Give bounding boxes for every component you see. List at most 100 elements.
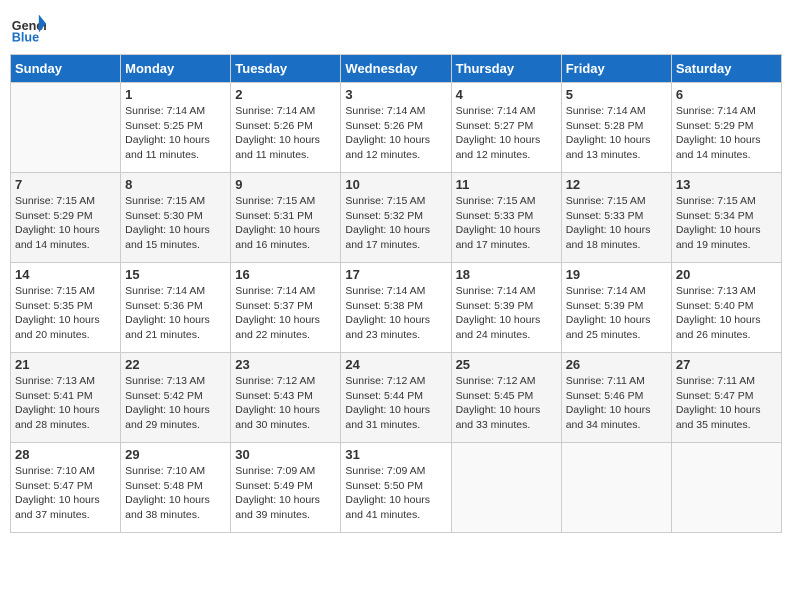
day-number: 19 — [566, 267, 667, 282]
calendar-cell: 2 Sunrise: 7:14 AM Sunset: 5:26 PM Daylig… — [231, 83, 341, 173]
calendar-cell: 15Sunrise: 7:14 AM Sunset: 5:36 PM Dayli… — [121, 263, 231, 353]
day-number: 14 — [15, 267, 116, 282]
day-info: Sunrise: 7:13 AM Sunset: 5:42 PM Dayligh… — [125, 374, 226, 433]
day-info: Sunrise: 7:14 AM Sunset: 5:27 PM Dayligh… — [456, 104, 557, 163]
day-number: 6 — [676, 87, 777, 102]
day-number: 18 — [456, 267, 557, 282]
week-row-5: 28Sunrise: 7:10 AM Sunset: 5:47 PM Dayli… — [11, 443, 782, 533]
calendar-cell: 28Sunrise: 7:10 AM Sunset: 5:47 PM Dayli… — [11, 443, 121, 533]
calendar-table: Sunday Monday Tuesday Wednesday Thursday… — [10, 54, 782, 533]
calendar-cell — [671, 443, 781, 533]
calendar-cell: 30 Sunrise: 7:09 AM Sunset: 5:49 PM Dayli… — [231, 443, 341, 533]
calendar-cell: 4Sunrise: 7:14 AM Sunset: 5:27 PM Daylig… — [451, 83, 561, 173]
day-number: 15 — [125, 267, 226, 282]
day-info: Sunrise: 7:12 AM Sunset: 5:45 PM Dayligh… — [456, 374, 557, 433]
calendar-cell: 3Sunrise: 7:14 AM Sunset: 5:26 PM Daylig… — [341, 83, 451, 173]
day-number: 11 — [456, 177, 557, 192]
calendar-cell: 23 Sunrise: 7:12 AM Sunset: 5:43 PM Dayli… — [231, 353, 341, 443]
day-number: 1 — [125, 87, 226, 102]
day-info: Sunrise: 7:15 AM Sunset: 5:33 PM Dayligh… — [456, 194, 557, 253]
col-friday: Friday — [561, 55, 671, 83]
day-info: Sunrise: 7:11 AM Sunset: 5:47 PM Dayligh… — [676, 374, 777, 433]
day-number: 12 — [566, 177, 667, 192]
day-info: Sunrise: 7:12 AM Sunset: 5:43 PM Dayligh… — [235, 374, 336, 433]
day-number: 29 — [125, 447, 226, 462]
day-number: 27 — [676, 357, 777, 372]
calendar-cell: 18 Sunrise: 7:14 AM Sunset: 5:39 PM Dayli… — [451, 263, 561, 353]
col-thursday: Thursday — [451, 55, 561, 83]
day-number: 30 — [235, 447, 336, 462]
calendar-cell: 25 Sunrise: 7:12 AM Sunset: 5:45 PM Dayli… — [451, 353, 561, 443]
day-info: Sunrise: 7:12 AM Sunset: 5:44 PM Dayligh… — [345, 374, 446, 433]
calendar-cell: 1 Sunrise: 7:14 AM Sunset: 5:25 PM Daylig… — [121, 83, 231, 173]
day-info: Sunrise: 7:15 AM Sunset: 5:33 PM Dayligh… — [566, 194, 667, 253]
day-info: Sunrise: 7:14 AM Sunset: 5:28 PM Dayligh… — [566, 104, 667, 163]
week-row-2: 7 Sunrise: 7:15 AM Sunset: 5:29 PM Daylig… — [11, 173, 782, 263]
calendar-cell: 20Sunrise: 7:13 AM Sunset: 5:40 PM Dayli… — [671, 263, 781, 353]
calendar-cell: 13 Sunrise: 7:15 AM Sunset: 5:34 PM Dayli… — [671, 173, 781, 263]
day-info: Sunrise: 7:14 AM Sunset: 5:29 PM Dayligh… — [676, 104, 777, 163]
calendar-cell: 29 Sunrise: 7:10 AM Sunset: 5:48 PM Dayli… — [121, 443, 231, 533]
calendar-cell: 27 Sunrise: 7:11 AM Sunset: 5:47 PM Dayli… — [671, 353, 781, 443]
day-number: 22 — [125, 357, 226, 372]
calendar-cell: 11 Sunrise: 7:15 AM Sunset: 5:33 PM Dayli… — [451, 173, 561, 263]
day-info: Sunrise: 7:10 AM Sunset: 5:47 PM Dayligh… — [15, 464, 116, 523]
calendar-cell: 24Sunrise: 7:12 AM Sunset: 5:44 PM Dayli… — [341, 353, 451, 443]
day-info: Sunrise: 7:14 AM Sunset: 5:26 PM Dayligh… — [345, 104, 446, 163]
day-info: Sunrise: 7:10 AM Sunset: 5:48 PM Dayligh… — [125, 464, 226, 523]
col-saturday: Saturday — [671, 55, 781, 83]
calendar-cell: 19 Sunrise: 7:14 AM Sunset: 5:39 PM Dayli… — [561, 263, 671, 353]
day-number: 10 — [345, 177, 446, 192]
day-info: Sunrise: 7:15 AM Sunset: 5:29 PM Dayligh… — [15, 194, 116, 253]
logo-icon: General Blue — [10, 10, 46, 46]
calendar-cell: 22 Sunrise: 7:13 AM Sunset: 5:42 PM Dayli… — [121, 353, 231, 443]
day-info: Sunrise: 7:15 AM Sunset: 5:31 PM Dayligh… — [235, 194, 336, 253]
day-number: 16 — [235, 267, 336, 282]
calendar-cell: 7 Sunrise: 7:15 AM Sunset: 5:29 PM Daylig… — [11, 173, 121, 263]
day-number: 23 — [235, 357, 336, 372]
day-number: 13 — [676, 177, 777, 192]
day-number: 2 — [235, 87, 336, 102]
calendar-cell: 6 Sunrise: 7:14 AM Sunset: 5:29 PM Daylig… — [671, 83, 781, 173]
day-info: Sunrise: 7:09 AM Sunset: 5:49 PM Dayligh… — [235, 464, 336, 523]
day-number: 25 — [456, 357, 557, 372]
calendar-cell: 16Sunrise: 7:14 AM Sunset: 5:37 PM Dayli… — [231, 263, 341, 353]
calendar-cell: 10 Sunrise: 7:15 AM Sunset: 5:32 PM Dayli… — [341, 173, 451, 263]
day-info: Sunrise: 7:14 AM Sunset: 5:25 PM Dayligh… — [125, 104, 226, 163]
header-row: Sunday Monday Tuesday Wednesday Thursday… — [11, 55, 782, 83]
col-wednesday: Wednesday — [341, 55, 451, 83]
day-info: Sunrise: 7:15 AM Sunset: 5:32 PM Dayligh… — [345, 194, 446, 253]
day-number: 8 — [125, 177, 226, 192]
calendar-cell: 26 Sunrise: 7:11 AM Sunset: 5:46 PM Dayli… — [561, 353, 671, 443]
day-info: Sunrise: 7:15 AM Sunset: 5:34 PM Dayligh… — [676, 194, 777, 253]
calendar-cell: 12 Sunrise: 7:15 AM Sunset: 5:33 PM Dayli… — [561, 173, 671, 263]
calendar-cell: 9Sunrise: 7:15 AM Sunset: 5:31 PM Daylig… — [231, 173, 341, 263]
day-info: Sunrise: 7:14 AM Sunset: 5:26 PM Dayligh… — [235, 104, 336, 163]
calendar-cell: 17Sunrise: 7:14 AM Sunset: 5:38 PM Dayli… — [341, 263, 451, 353]
day-info: Sunrise: 7:11 AM Sunset: 5:46 PM Dayligh… — [566, 374, 667, 433]
col-monday: Monday — [121, 55, 231, 83]
day-info: Sunrise: 7:13 AM Sunset: 5:41 PM Dayligh… — [15, 374, 116, 433]
week-row-3: 14 Sunrise: 7:15 AM Sunset: 5:35 PM Dayli… — [11, 263, 782, 353]
calendar-cell: 8Sunrise: 7:15 AM Sunset: 5:30 PM Daylig… — [121, 173, 231, 263]
svg-text:Blue: Blue — [12, 31, 39, 45]
day-number: 31 — [345, 447, 446, 462]
day-info: Sunrise: 7:14 AM Sunset: 5:39 PM Dayligh… — [566, 284, 667, 343]
day-number: 7 — [15, 177, 116, 192]
week-row-1: 1 Sunrise: 7:14 AM Sunset: 5:25 PM Daylig… — [11, 83, 782, 173]
day-number: 5 — [566, 87, 667, 102]
calendar-cell: 31 Sunrise: 7:09 AM Sunset: 5:50 PM Dayli… — [341, 443, 451, 533]
week-row-4: 21 Sunrise: 7:13 AM Sunset: 5:41 PM Dayli… — [11, 353, 782, 443]
day-number: 26 — [566, 357, 667, 372]
calendar-cell — [561, 443, 671, 533]
calendar-cell: 14 Sunrise: 7:15 AM Sunset: 5:35 PM Dayli… — [11, 263, 121, 353]
calendar-cell: 5 Sunrise: 7:14 AM Sunset: 5:28 PM Daylig… — [561, 83, 671, 173]
day-number: 21 — [15, 357, 116, 372]
day-number: 20 — [676, 267, 777, 282]
day-info: Sunrise: 7:14 AM Sunset: 5:39 PM Dayligh… — [456, 284, 557, 343]
day-info: Sunrise: 7:09 AM Sunset: 5:50 PM Dayligh… — [345, 464, 446, 523]
col-tuesday: Tuesday — [231, 55, 341, 83]
calendar-cell — [451, 443, 561, 533]
day-info: Sunrise: 7:15 AM Sunset: 5:35 PM Dayligh… — [15, 284, 116, 343]
col-sunday: Sunday — [11, 55, 121, 83]
